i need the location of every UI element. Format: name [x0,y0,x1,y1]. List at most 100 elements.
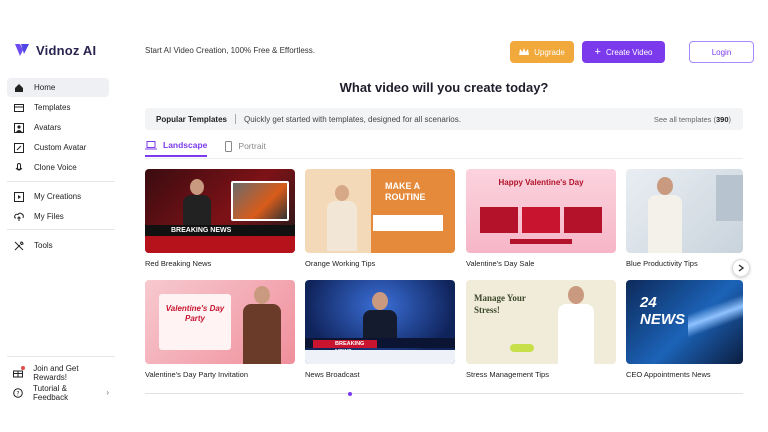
thumbnail-inset [231,181,289,221]
popular-templates-title: Popular Templates [156,114,227,124]
vidnoz-logo-icon [15,44,29,56]
header-tagline: Start AI Video Creation, 100% Free & Eff… [145,46,316,55]
laptop-icon [145,140,157,149]
presenter-figure [558,286,594,364]
logo[interactable]: Vidnoz AI [14,42,96,58]
create-video-button[interactable]: + Create Video [582,41,665,63]
presenter-figure [243,286,281,364]
template-name: Stress Management Tips [466,370,549,379]
template-name: CEO Appointments News [626,370,711,379]
sidebar-item-clone-voice[interactable]: Clone Voice [7,158,109,177]
login-button[interactable]: Login [689,41,754,63]
svg-text:?: ? [16,390,19,397]
see-all-suffix: ) [728,114,732,124]
presenter-figure [648,177,682,253]
sidebar-item-templates[interactable]: Templates [7,98,109,117]
see-all-prefix: See all templates ( [653,114,716,124]
top-bar: Vidnoz AI Start AI Video Creation, 100% … [0,0,768,72]
sidebar-item-my-files[interactable]: My Files [7,207,109,226]
sidebar-item-label: Avatars [34,123,61,132]
upgrade-button[interactable]: Upgrade [510,41,574,63]
thumbnail-tag [510,344,534,352]
template-card-valentines-day-sale[interactable]: Happy Valentine's Day [466,169,616,253]
sidebar-item-avatars[interactable]: Avatars [7,118,109,137]
custom-avatar-icon [13,142,24,153]
template-card-red-breaking-news[interactable]: BREAKING NEWS [145,169,295,253]
thumbnail-tile [480,207,518,233]
template-name: Valentine's Day Sale [466,259,535,268]
thumbnail-banner: BREAKING NEWS [313,340,377,355]
sidebar-divider [7,181,115,182]
template-name: Orange Working Tips [305,259,376,268]
thumbnail-ticker [145,236,295,253]
template-card-valentines-day-party[interactable]: Valentine's Day Party [145,280,295,364]
horizontal-scrollbar[interactable] [145,393,743,394]
sidebar-item-label: My Files [34,212,64,221]
upload-icon [13,211,24,222]
thumbnail-banner: BREAKING NEWS [145,225,295,236]
template-card-orange-working-tips[interactable]: MAKE A ROUTINE [305,169,455,253]
brand-name: Vidnoz AI [36,42,97,58]
page-title: What video will you create today? [339,80,549,95]
tab-label: Landscape [163,140,208,150]
crown-icon [519,48,530,55]
thumbnail-text: Valentine's Day Party [165,304,225,323]
thumbnail-tile [564,207,602,233]
thumbnail-text: Happy Valentine's Day [498,178,584,187]
sidebar-item-label: Clone Voice [34,163,77,172]
thumbnail-text: Manage Your Stress! [474,293,526,315]
login-label: Login [711,47,732,57]
template-name: Blue Productivity Tips [626,259,698,268]
thumbnail-streaks [688,290,743,350]
see-all-templates-link[interactable]: See all templates (390) [654,115,731,124]
template-card-stress-management[interactable]: Manage Your Stress! [466,280,616,364]
carousel-next-button[interactable] [732,259,750,277]
home-icon [13,82,24,93]
divider [234,114,236,124]
chevron-right-icon: › [106,388,109,397]
upgrade-label: Upgrade [534,47,565,57]
tabs-underline [145,158,743,159]
sidebar-item-label: Tools [34,241,53,250]
sidebar-item-home[interactable]: Home [7,78,109,97]
sidebar: Home Templates Avatars Custom Avatar Clo… [0,72,118,432]
thumbnail-text: 24 NEWS [640,294,685,328]
tab-landscape[interactable]: Landscape [145,140,208,157]
gift-icon [13,366,26,378]
play-icon [13,191,24,202]
phone-icon [225,140,233,152]
thumbnail-panel [716,175,743,221]
tab-label: Portrait [238,141,266,151]
template-name: News Broadcast [305,370,360,379]
template-card-news-broadcast[interactable]: BREAKING NEWS [305,280,455,364]
popular-templates-desc: Quickly get started with templates, desi… [243,114,461,124]
notification-dot [21,366,26,370]
template-count: 390 [715,114,729,124]
scroll-indicator[interactable] [348,392,352,396]
avatar-icon [13,122,24,133]
thumbnail-ticker [305,350,455,364]
template-name: Red Breaking News [145,259,212,268]
plus-icon: + [594,45,601,58]
sidebar-item-tools[interactable]: Tools [7,236,109,255]
sidebar-item-rewards[interactable]: Join and Get Rewards! [7,363,109,382]
thumbnail-footer [510,239,572,244]
chevron-right-icon [738,264,744,272]
sidebar-item-my-creations[interactable]: My Creations [7,187,109,206]
thumbnail-text: BREAKING NEWS [171,227,232,234]
tab-portrait[interactable]: Portrait [225,140,266,157]
popular-templates-bar: Popular Templates Quickly get started wi… [145,108,743,130]
sidebar-item-label: Join and Get Rewards! [33,363,79,382]
thumbnail-note [373,215,443,231]
thumbnail-text: MAKE A ROUTINE [385,181,426,202]
sidebar-item-custom-avatar[interactable]: Custom Avatar [7,138,109,157]
presenter-figure [327,185,357,253]
template-card-ceo-appointments-news[interactable]: 24 NEWS [626,280,743,364]
sidebar-item-label: Home [34,83,56,92]
template-card-blue-productivity-tips[interactable] [626,169,743,253]
sidebar-item-tutorial[interactable]: ? Tutorial & Feedback › [7,383,109,402]
tools-icon [13,240,24,251]
thumbnail-tile [522,207,560,233]
create-video-label: Create Video [605,47,653,57]
orientation-tabs: Landscape Portrait [145,140,266,157]
